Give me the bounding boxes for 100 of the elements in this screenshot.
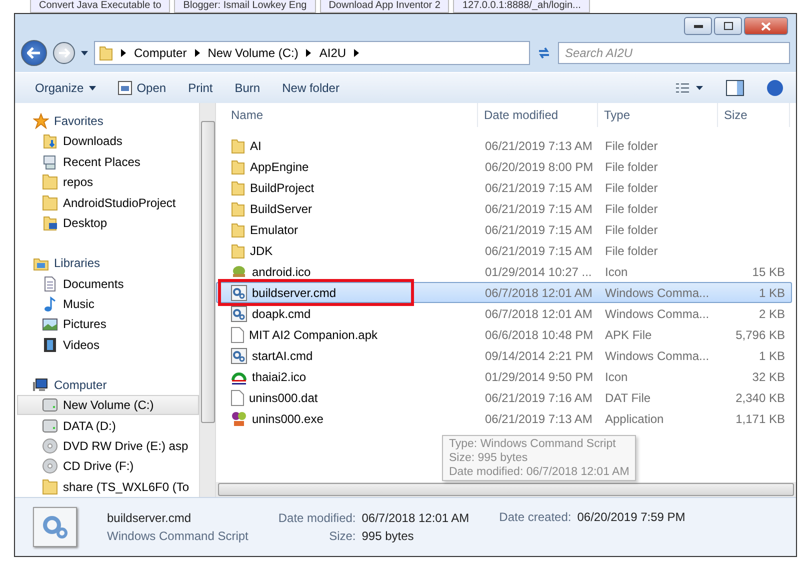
file-name: buildserver.cmd (252, 286, 336, 300)
android-icon (231, 264, 247, 278)
file-type: File folder (605, 222, 658, 236)
tooltip-line: Type: Windows Command Script (449, 437, 617, 451)
column-header[interactable]: Name (216, 103, 478, 127)
details-file-name: buildserver.cmd (107, 511, 192, 525)
file-row[interactable]: unins000.dat 06/21/2019 7:16 AM DAT File 2,340 KB (216, 387, 792, 408)
address-bar[interactable]: Computer New Volume (C:) AI2U (94, 41, 530, 65)
folder-icon (231, 222, 245, 238)
column-header[interactable]: Size (718, 103, 790, 127)
details-value: 06/7/2018 12:01 AM (362, 511, 470, 525)
folder-icon (231, 242, 245, 258)
sidebar-item[interactable]: Downloads (17, 131, 199, 152)
computer-icon (33, 376, 49, 393)
date-modified: 06/7/2018 12:01 AM (485, 306, 592, 320)
preview-pane-icon[interactable] (726, 80, 744, 96)
toolbar-button[interactable]: Organize (27, 78, 104, 98)
column-header[interactable]: Date modified (478, 103, 598, 127)
file-name: doapk.cmd (252, 306, 311, 320)
breadcrumb[interactable]: AI2U (319, 46, 346, 60)
date-modified: 01/29/2014 9:50 PM (485, 370, 594, 384)
file-type: File folder (605, 138, 658, 152)
minimize-button[interactable] (684, 17, 712, 35)
toolbar-button[interactable]: Burn (226, 78, 268, 98)
sidebar-item[interactable]: DATA (D:) (17, 415, 199, 436)
toolbar-button[interactable]: Print (180, 78, 221, 98)
browser-tab[interactable]: Convert Java Executable to (30, 0, 170, 13)
blank-file-icon (231, 390, 244, 406)
sidebar-item[interactable]: Pictures (17, 314, 199, 334)
forward-arrow-icon (58, 48, 70, 58)
details-label: Date modified: (278, 511, 356, 525)
sidebar-item[interactable]: Recent Places (17, 152, 199, 172)
file-row[interactable]: buildserver.cmd 06/7/2018 12:01 AM Windows Comma... 1 KB (216, 282, 792, 303)
file-row[interactable]: AppEngine 06/20/2019 8:00 PM File folder (216, 156, 792, 177)
tooltip-line: Size: 995 bytes (449, 451, 529, 465)
browser-tab[interactable]: 127.0.0.1:8888/_ah/login... (453, 0, 590, 13)
file-name: MIT AI2 Companion.apk (249, 328, 378, 342)
horizontal-scrollbar[interactable] (216, 482, 796, 497)
hard-drive-icon (42, 397, 58, 414)
file-row[interactable]: android.ico 01/29/2014 10:27 ... Icon 15 KB (216, 261, 792, 282)
sidebar-item[interactable]: Documents (17, 273, 199, 294)
sidebar-item[interactable]: CD Drive (F:) (17, 456, 199, 477)
maximize-button[interactable] (714, 17, 742, 35)
desktop-folder-icon (42, 214, 58, 231)
sidebar-item[interactable]: Desktop (17, 212, 199, 234)
toolbar-button[interactable]: New folder (274, 78, 348, 98)
star-icon (33, 113, 49, 130)
sidebar-scrollbar[interactable] (199, 103, 215, 497)
browser-tab[interactable]: Download App Inventor 2 (320, 0, 450, 13)
sidebar-item[interactable]: AndroidStudioProject (17, 192, 199, 213)
sidebar-group[interactable]: Favorites (15, 111, 199, 132)
file-row[interactable]: thaiai2.ico 01/29/2014 9:50 PM Icon 32 KB (216, 366, 792, 387)
file-row[interactable]: MIT AI2 Companion.apk 06/6/2018 10:48 PM APK File 5,796 KB (216, 324, 792, 345)
file-row[interactable]: startAI.cmd 09/14/2014 2:21 PM Windows Comma... 1 KB (216, 345, 792, 366)
file-row[interactable]: doapk.cmd 06/7/2018 12:01 AM Windows Comma... 2 KB (216, 303, 792, 324)
back-button[interactable] (21, 40, 47, 66)
details-label: Date created: (499, 510, 572, 524)
column-header[interactable]: Type (598, 103, 718, 127)
breadcrumb[interactable]: Computer (134, 46, 187, 60)
blank-file-icon (231, 326, 244, 342)
file-row[interactable]: BuildProject 06/21/2019 7:15 AM File folder (216, 177, 792, 198)
sidebar-item[interactable]: Music (17, 294, 199, 314)
refresh-icon[interactable] (536, 46, 552, 60)
sidebar-item[interactable]: repos (17, 172, 199, 192)
file-row[interactable]: unins000.exe 06/21/2019 7:13 AM Application 1,171 KB (216, 408, 792, 429)
file-row[interactable]: BuildServer 06/21/2019 7:15 AM File folder (216, 198, 792, 219)
date-modified: 01/29/2014 10:27 ... (485, 264, 592, 278)
minimize-icon (694, 24, 702, 28)
file-type: File folder (605, 180, 658, 194)
file-row[interactable]: JDK 06/21/2019 7:15 AM File folder (216, 240, 792, 261)
file-row[interactable]: AI 06/21/2019 7:13 AM File folder (216, 135, 792, 156)
file-row[interactable]: Emulator 06/21/2019 7:15 AM File folder (216, 219, 792, 240)
details-label: Size: (328, 529, 356, 543)
tooltip-line: Date modified: 06/7/2018 12:01 AM (449, 465, 630, 479)
breadcrumb[interactable]: New Volume (C:) (208, 46, 298, 60)
sidebar-item[interactable]: New Volume (C:) (17, 395, 199, 416)
file-name: AppEngine (250, 160, 309, 174)
folder-icon (231, 158, 245, 174)
date-modified: 06/21/2019 7:15 AM (485, 244, 592, 258)
date-modified: 06/21/2019 7:15 AM (485, 222, 592, 236)
gear-script-icon (231, 284, 247, 300)
forward-button[interactable] (53, 42, 75, 64)
maximize-icon (724, 22, 732, 30)
sidebar-group[interactable]: Libraries (15, 253, 199, 274)
browser-tab[interactable]: Blogger: Ismail Lowkey Eng (174, 0, 316, 13)
breadcrumb-arrow-icon (194, 49, 200, 57)
sidebar-group[interactable]: Computer (15, 374, 199, 396)
close-button[interactable] (744, 17, 788, 35)
file-size: 15 KB (752, 264, 785, 278)
open-window-icon (118, 81, 132, 95)
hard-drive-icon (42, 418, 58, 434)
file-name: BuildServer (250, 202, 312, 216)
details-value: 06/20/2019 7:59 PM (577, 510, 686, 524)
disc-icon (42, 458, 58, 474)
sidebar-item[interactable]: share (TS_WXL6F0 (To (17, 476, 199, 497)
search-field[interactable]: Search AI2U (558, 42, 790, 64)
toolbar-button[interactable]: Open (110, 78, 174, 98)
view-options-icon[interactable] (676, 82, 704, 94)
sidebar-item[interactable]: DVD RW Drive (E:) asp (17, 436, 199, 456)
sidebar-item[interactable]: Videos (17, 334, 199, 355)
